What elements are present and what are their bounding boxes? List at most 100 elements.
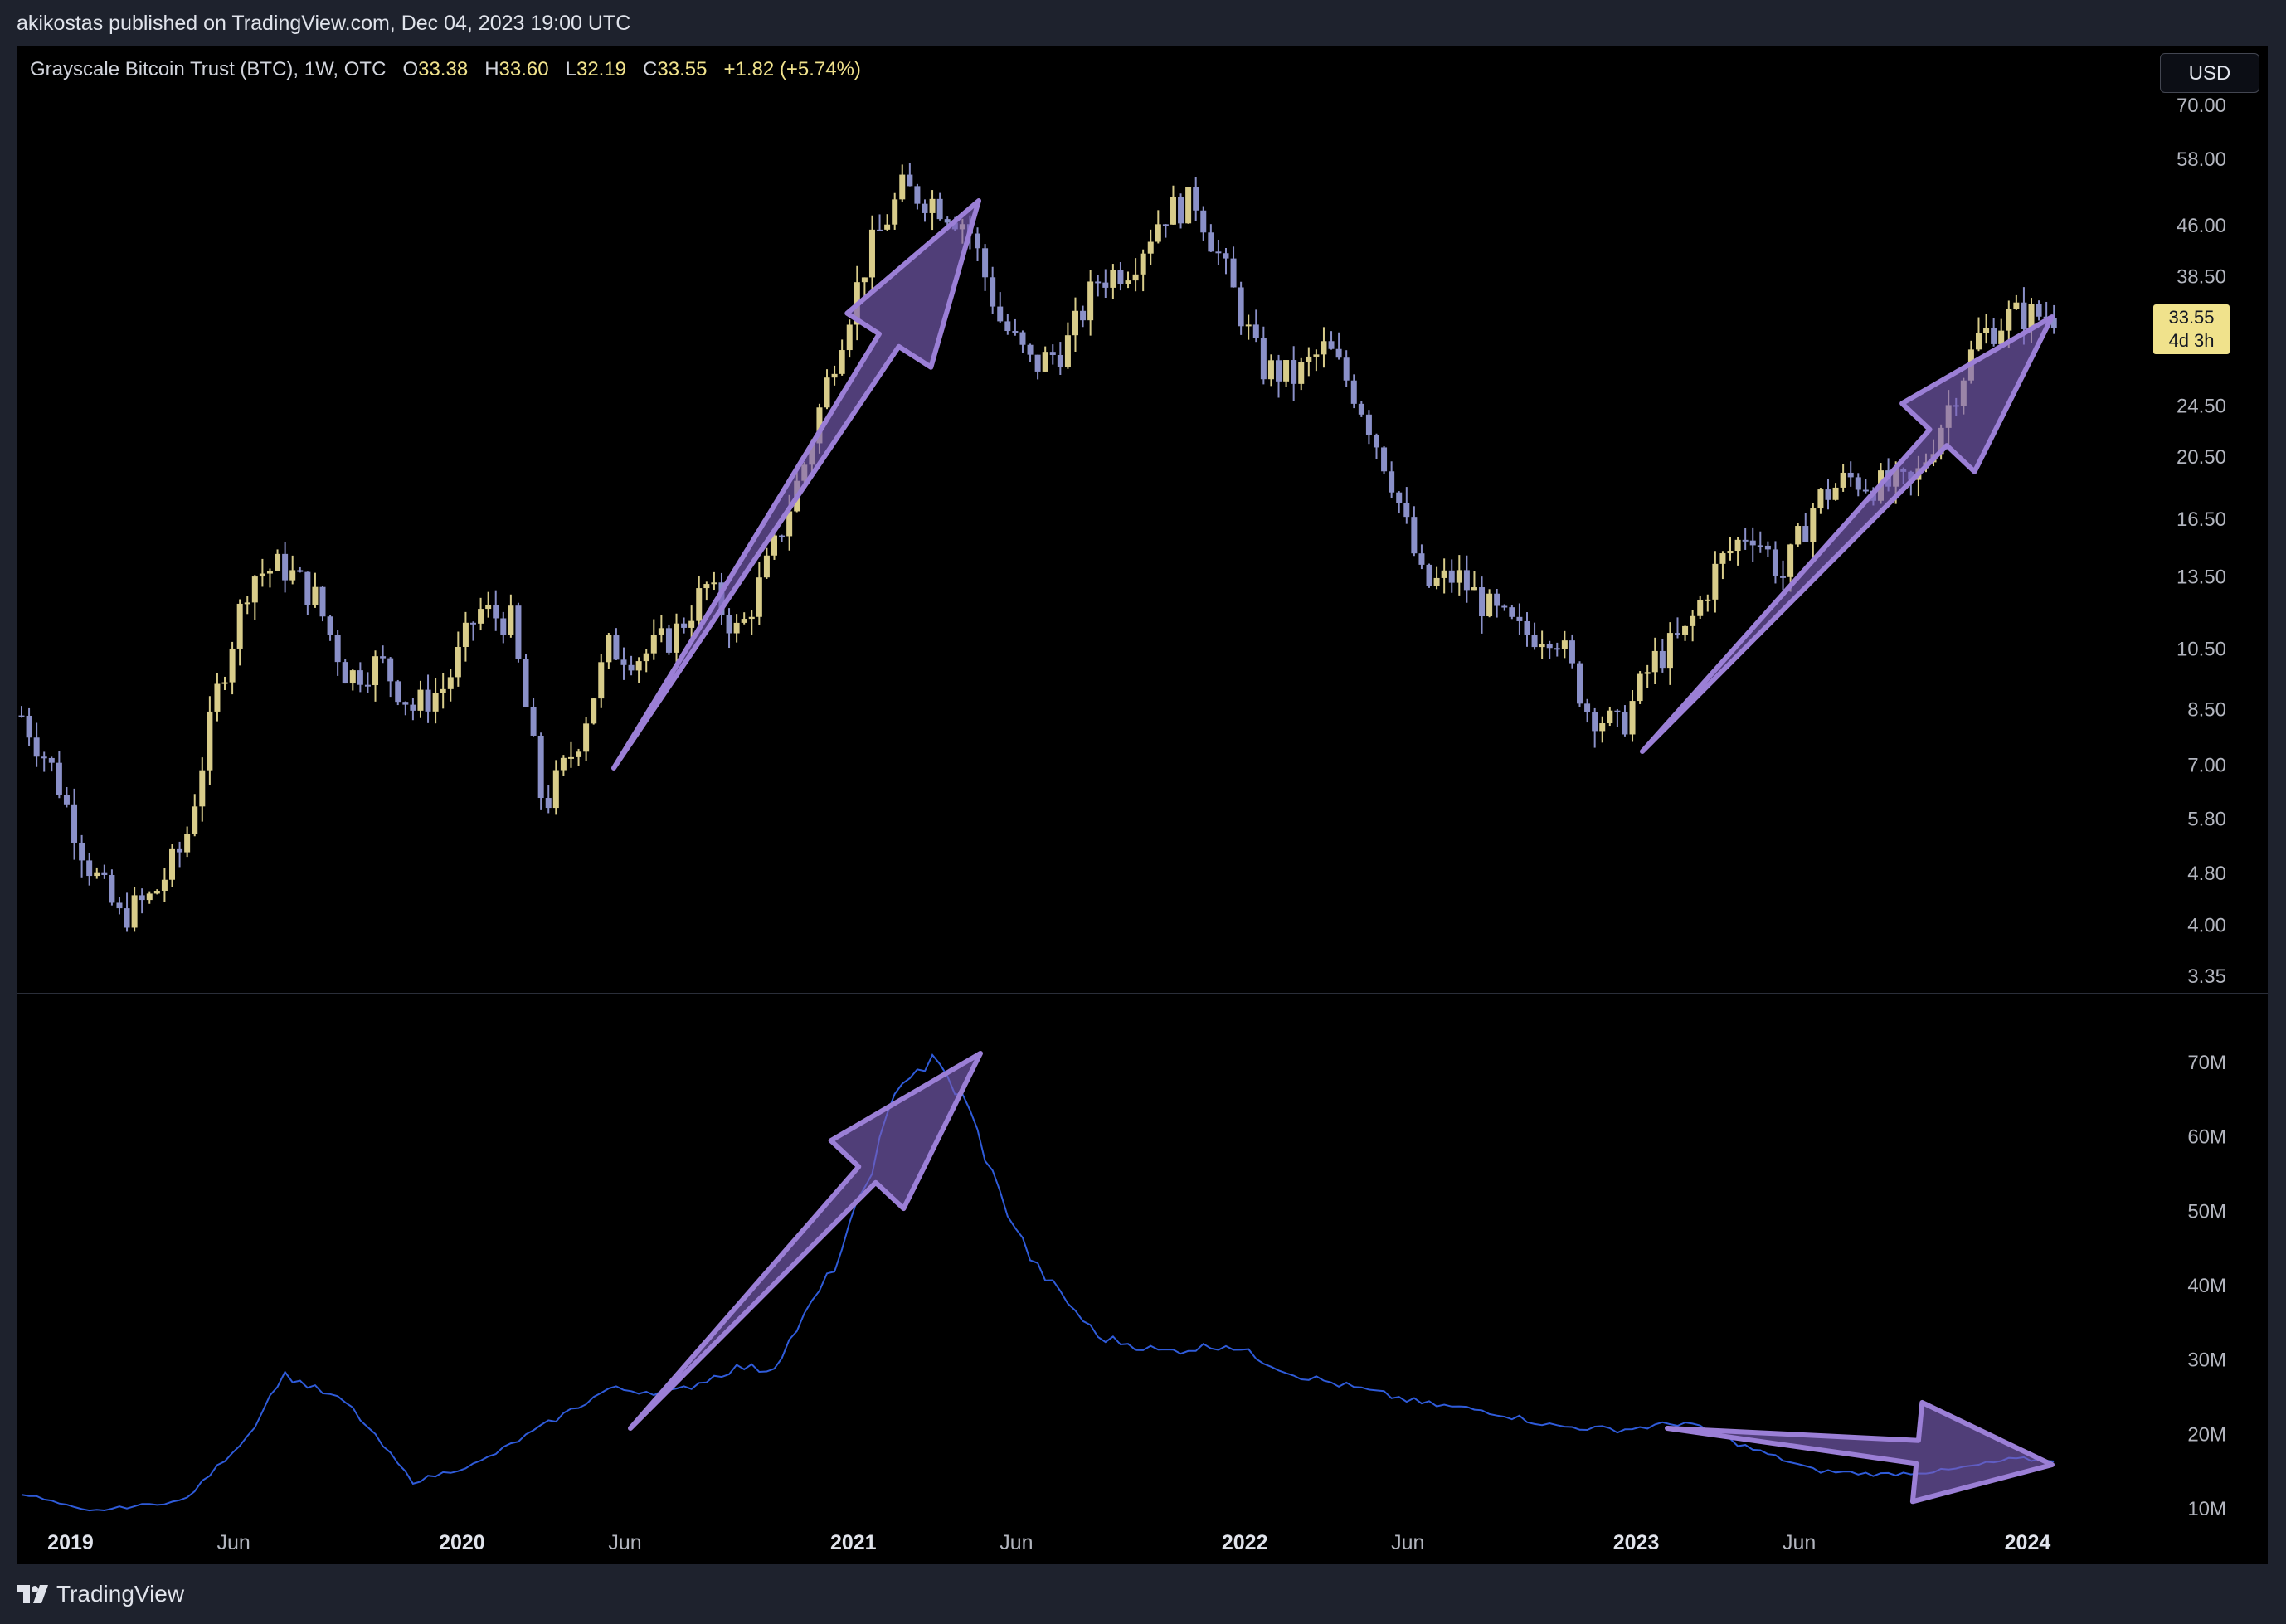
candle[interactable] — [334, 630, 341, 676]
candle[interactable] — [1215, 239, 1222, 265]
candle[interactable] — [184, 826, 191, 858]
candle[interactable] — [251, 575, 258, 620]
candle[interactable] — [1486, 589, 1493, 618]
candle[interactable] — [1411, 506, 1418, 557]
candle[interactable] — [1313, 349, 1320, 372]
candle[interactable] — [591, 698, 597, 725]
candle[interactable] — [508, 594, 514, 638]
candle[interactable] — [1321, 327, 1327, 368]
volume-arrow-2020[interactable] — [628, 1051, 983, 1431]
candle[interactable] — [1418, 544, 1425, 570]
candle[interactable] — [1644, 664, 1651, 688]
candle[interactable] — [598, 654, 605, 708]
candle[interactable] — [1622, 705, 1628, 737]
candle[interactable] — [1095, 275, 1102, 297]
candle[interactable] — [997, 292, 1004, 323]
candle[interactable] — [1524, 612, 1530, 647]
candle[interactable] — [515, 602, 522, 663]
candle[interactable] — [1569, 634, 1575, 669]
candle[interactable] — [1291, 346, 1297, 401]
candle[interactable] — [1975, 317, 1982, 352]
candle[interactable] — [1840, 464, 1846, 492]
candle[interactable] — [380, 645, 387, 664]
candle[interactable] — [1267, 354, 1274, 387]
candle[interactable] — [1132, 258, 1139, 292]
candle[interactable] — [846, 319, 853, 358]
candle[interactable] — [907, 163, 913, 187]
candle[interactable] — [1426, 563, 1432, 588]
tradingview-brand[interactable]: TradingView — [17, 1581, 184, 1607]
candle[interactable] — [1245, 314, 1252, 340]
candle[interactable] — [703, 581, 710, 601]
candle[interactable] — [1599, 716, 1606, 743]
candle[interactable] — [199, 757, 206, 822]
candle[interactable] — [1117, 261, 1124, 291]
candle[interactable] — [922, 199, 928, 222]
candle[interactable] — [1855, 473, 1861, 497]
candle[interactable] — [868, 215, 875, 291]
candle[interactable] — [485, 591, 492, 618]
candle[interactable] — [982, 244, 989, 291]
candle[interactable] — [779, 534, 786, 542]
candle[interactable] — [658, 615, 664, 643]
candle[interactable] — [124, 892, 130, 932]
candle[interactable] — [665, 624, 672, 655]
candle[interactable] — [1546, 640, 1553, 659]
candle[interactable] — [1223, 247, 1229, 275]
candle[interactable] — [1674, 617, 1680, 639]
candle[interactable] — [1463, 555, 1470, 603]
candle[interactable] — [741, 612, 747, 625]
candle[interactable] — [523, 654, 529, 707]
candle[interactable] — [1019, 330, 1026, 353]
candle[interactable] — [1306, 347, 1312, 377]
candle[interactable] — [1991, 318, 1997, 347]
candle[interactable] — [259, 558, 265, 587]
candle[interactable] — [236, 599, 243, 666]
candle[interactable] — [1072, 297, 1078, 353]
candle[interactable] — [606, 632, 612, 669]
chart-area[interactable]: 70.00 58.00 46.00 38.50 24.50 20.50 16.50 13.50… — [17, 46, 2268, 1564]
candle[interactable] — [643, 649, 649, 673]
candle[interactable] — [79, 834, 85, 878]
candle[interactable] — [1456, 555, 1462, 596]
candle[interactable] — [1749, 527, 1756, 562]
candle[interactable] — [1373, 433, 1379, 459]
candle[interactable] — [48, 756, 55, 772]
candle[interactable] — [620, 647, 627, 680]
candle[interactable] — [86, 853, 93, 886]
candle[interactable] — [229, 641, 236, 695]
candle[interactable] — [207, 696, 213, 785]
candle[interactable] — [1832, 483, 1839, 501]
candle[interactable] — [455, 631, 461, 687]
candle[interactable] — [462, 611, 469, 662]
candle[interactable] — [560, 755, 567, 776]
candle[interactable] — [1847, 461, 1854, 487]
candle[interactable] — [1810, 503, 1817, 559]
candle[interactable] — [33, 722, 40, 767]
candle[interactable] — [1185, 187, 1192, 224]
candle[interactable] — [1200, 206, 1207, 241]
candle[interactable] — [1441, 558, 1447, 594]
price-arrow-2023[interactable] — [1640, 314, 2055, 754]
candle[interactable] — [312, 572, 319, 608]
candle[interactable] — [500, 611, 507, 644]
candle[interactable] — [1049, 344, 1056, 365]
candle[interactable] — [1110, 264, 1116, 299]
candle[interactable] — [1592, 707, 1598, 748]
candle[interactable] — [1193, 177, 1199, 221]
candle[interactable] — [478, 597, 484, 631]
candle[interactable] — [161, 868, 168, 902]
candle[interactable] — [139, 888, 145, 914]
candle[interactable] — [1238, 281, 1244, 335]
candle[interactable] — [899, 164, 906, 202]
candle[interactable] — [1283, 359, 1290, 387]
candle[interactable] — [410, 698, 416, 721]
candle[interactable] — [282, 542, 289, 593]
candle[interactable] — [342, 659, 348, 684]
candle[interactable] — [101, 864, 108, 879]
candle[interactable] — [1350, 374, 1357, 409]
candle[interactable] — [289, 555, 296, 585]
candle[interactable] — [116, 897, 123, 915]
candle[interactable] — [56, 751, 62, 799]
candle[interactable] — [545, 785, 552, 814]
